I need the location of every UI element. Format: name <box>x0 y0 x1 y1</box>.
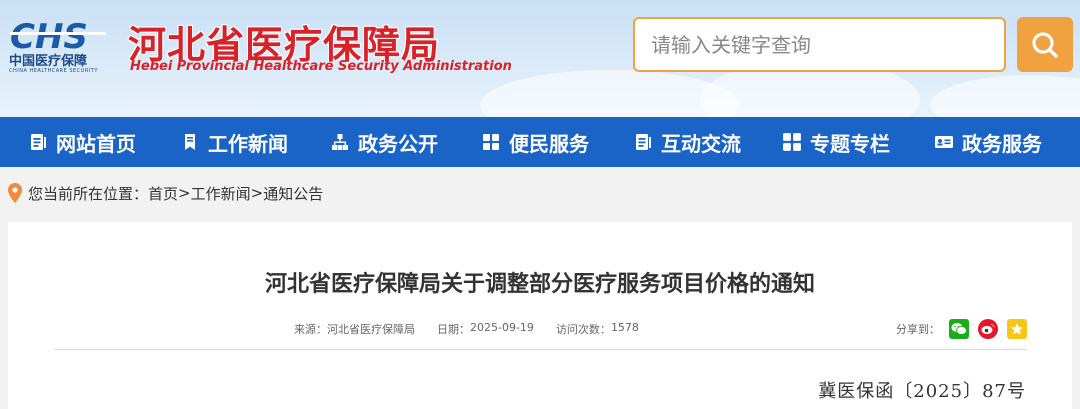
nav-item-label: 互动交流 <box>661 131 741 156</box>
nav-item-interaction[interactable]: 互动交流 <box>633 117 741 167</box>
breadcrumb-work-news[interactable]: 工作新闻 <box>191 183 251 204</box>
nav-item-label: 工作新闻 <box>208 131 288 156</box>
logo-org-name: 中国医疗保障 <box>9 54 88 69</box>
share-bar: 分享到： <box>896 319 1027 339</box>
share-label: 分享到： <box>896 323 940 336</box>
source-value: 河北省医疗保障局 <box>327 323 415 336</box>
document-icon <box>28 132 48 152</box>
meta-divider <box>55 349 1027 350</box>
breadcrumb-prefix: 您当前所在位置： <box>28 184 149 203</box>
sitemap-icon <box>330 132 350 152</box>
nav-item-gov-services[interactable]: 政务服务 <box>934 117 1042 167</box>
search-button[interactable] <box>1017 17 1073 72</box>
cloud-decoration <box>930 75 1080 117</box>
wechat-icon <box>951 323 967 335</box>
site-subtitle: Hebei Provincial Healthcare Security Adm… <box>130 59 512 74</box>
nav-item-gov-affairs[interactable]: 政务公开 <box>330 117 438 167</box>
date-label: 日期： <box>437 323 470 336</box>
breadcrumb: 您当前所在位置： 首页 > 工作新闻 > 通知公告 <box>8 181 323 205</box>
nav-item-services[interactable]: 便民服务 <box>481 117 589 167</box>
wechat-share-button[interactable] <box>949 319 969 339</box>
document-number: 冀医保函〔2025〕87号 <box>818 381 1026 402</box>
logo-org-english: CHINA HEALTHCARE SECURITY <box>9 68 98 74</box>
search-box <box>633 17 1006 72</box>
article-panel: 河北省医疗保障局关于调整部分医疗服务项目价格的通知 来源： 河北省医疗保障局 日… <box>8 222 1072 409</box>
location-pin-icon <box>8 183 22 203</box>
nav-item-label: 网站首页 <box>56 131 136 156</box>
breadcrumb-separator: > <box>178 184 191 202</box>
weibo-icon <box>981 323 995 334</box>
article-meta: 来源： 河北省医疗保障局 日期： 2025-09-19 访问次数： 1578 <box>294 321 639 337</box>
weibo-share-button[interactable] <box>978 319 998 339</box>
nav-item-label: 专题专栏 <box>810 131 890 156</box>
date-value: 2025-09-19 <box>470 321 534 334</box>
qzone-share-button[interactable] <box>1007 319 1027 339</box>
nav-item-label: 便民服务 <box>509 131 589 156</box>
site-header: CHS 中国医疗保障 CHINA HEALTHCARE SECURITY 河北省… <box>0 0 1080 117</box>
nav-item-home[interactable]: 网站首页 <box>28 117 136 167</box>
views-value: 1578 <box>610 321 639 334</box>
search-input[interactable] <box>635 19 1004 70</box>
grid-icon <box>481 132 501 152</box>
article-title: 河北省医疗保障局关于调整部分医疗服务项目价格的通知 <box>264 272 815 297</box>
main-nav: 网站首页 工作新闻 政务公开 便民服务 互动交流 专题专栏 政务服务 <box>0 117 1080 167</box>
breadcrumb-home[interactable]: 首页 <box>148 183 178 204</box>
qzone-icon <box>1011 323 1023 335</box>
bookmark-icon <box>180 132 200 152</box>
breadcrumb-notices[interactable]: 通知公告 <box>263 183 323 204</box>
nav-item-news[interactable]: 工作新闻 <box>180 117 288 167</box>
grid-icon <box>782 132 802 152</box>
breadcrumb-separator: > <box>250 184 264 202</box>
search-icon <box>1032 31 1058 58</box>
id-card-icon <box>934 132 954 152</box>
views-label: 访问次数： <box>555 323 611 336</box>
nav-item-label: 政务服务 <box>962 131 1042 156</box>
document-icon <box>633 132 653 152</box>
nav-item-label: 政务公开 <box>358 131 438 156</box>
source-label: 来源： <box>294 323 327 336</box>
nav-item-special-topics[interactable]: 专题专栏 <box>782 117 890 167</box>
